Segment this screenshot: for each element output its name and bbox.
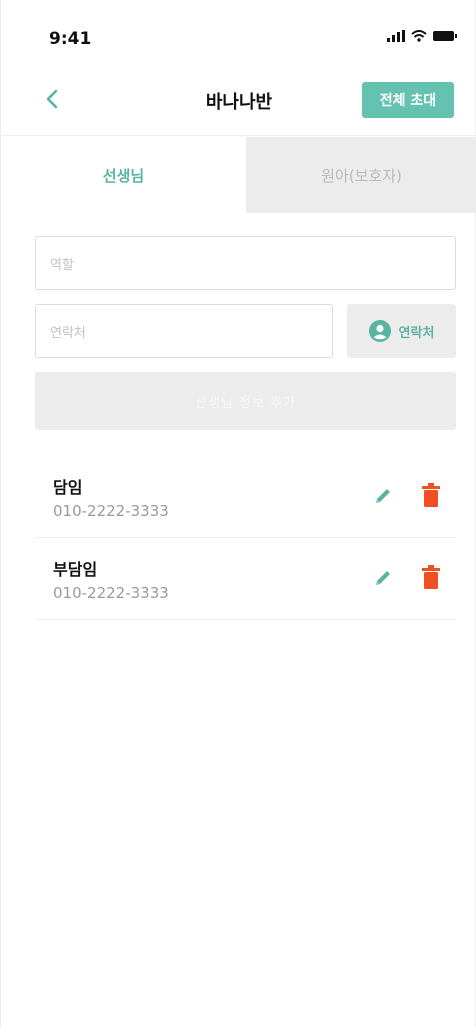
tab-children-guardians[interactable]: 원아(보호자) (246, 137, 476, 213)
status-icons (387, 30, 457, 42)
battery-icon (433, 31, 457, 41)
wifi-icon (411, 30, 427, 42)
role-input[interactable]: 역할 (35, 236, 456, 290)
role-placeholder: 역할 (50, 257, 74, 273)
contacts-button-label: 연락처 (398, 325, 435, 341)
teacher-list-item: 담임 010-2222-3333 (35, 458, 456, 538)
pencil-icon[interactable] (371, 566, 395, 590)
contact-input[interactable]: 연락처 (35, 304, 333, 358)
invite-all-button[interactable]: 전체 초대 (362, 82, 454, 118)
signal-icon (387, 30, 405, 42)
contacts-picker-button[interactable]: 연락처 (347, 304, 456, 358)
nav-header: 바나나반 전체 초대 (1, 70, 476, 136)
status-bar: 9:41 (1, 0, 476, 70)
trash-icon[interactable] (421, 482, 441, 508)
pencil-icon[interactable] (371, 484, 395, 508)
teacher-role: 부담임 (53, 560, 98, 579)
teacher-list-item: 부담임 010-2222-3333 (35, 540, 456, 620)
add-teacher-button[interactable]: 선생님 정보 추가 (35, 372, 456, 430)
teacher-phone: 010-2222-3333 (53, 584, 169, 602)
contact-placeholder: 연락처 (50, 325, 86, 341)
person-circle-icon (368, 320, 391, 342)
status-time: 9:41 (49, 29, 92, 49)
trash-icon[interactable] (421, 564, 441, 590)
tab-teachers[interactable]: 선생님 (1, 137, 246, 213)
tab-bar: 선생님 원아(보호자) (1, 137, 476, 213)
phone-frame: 9:41 바나나반 전체 초대 선생님 원아(보호자) 역할 연락처 연락처 선… (0, 0, 476, 1027)
teacher-phone: 010-2222-3333 (53, 502, 169, 520)
teacher-role: 담임 (53, 478, 83, 497)
